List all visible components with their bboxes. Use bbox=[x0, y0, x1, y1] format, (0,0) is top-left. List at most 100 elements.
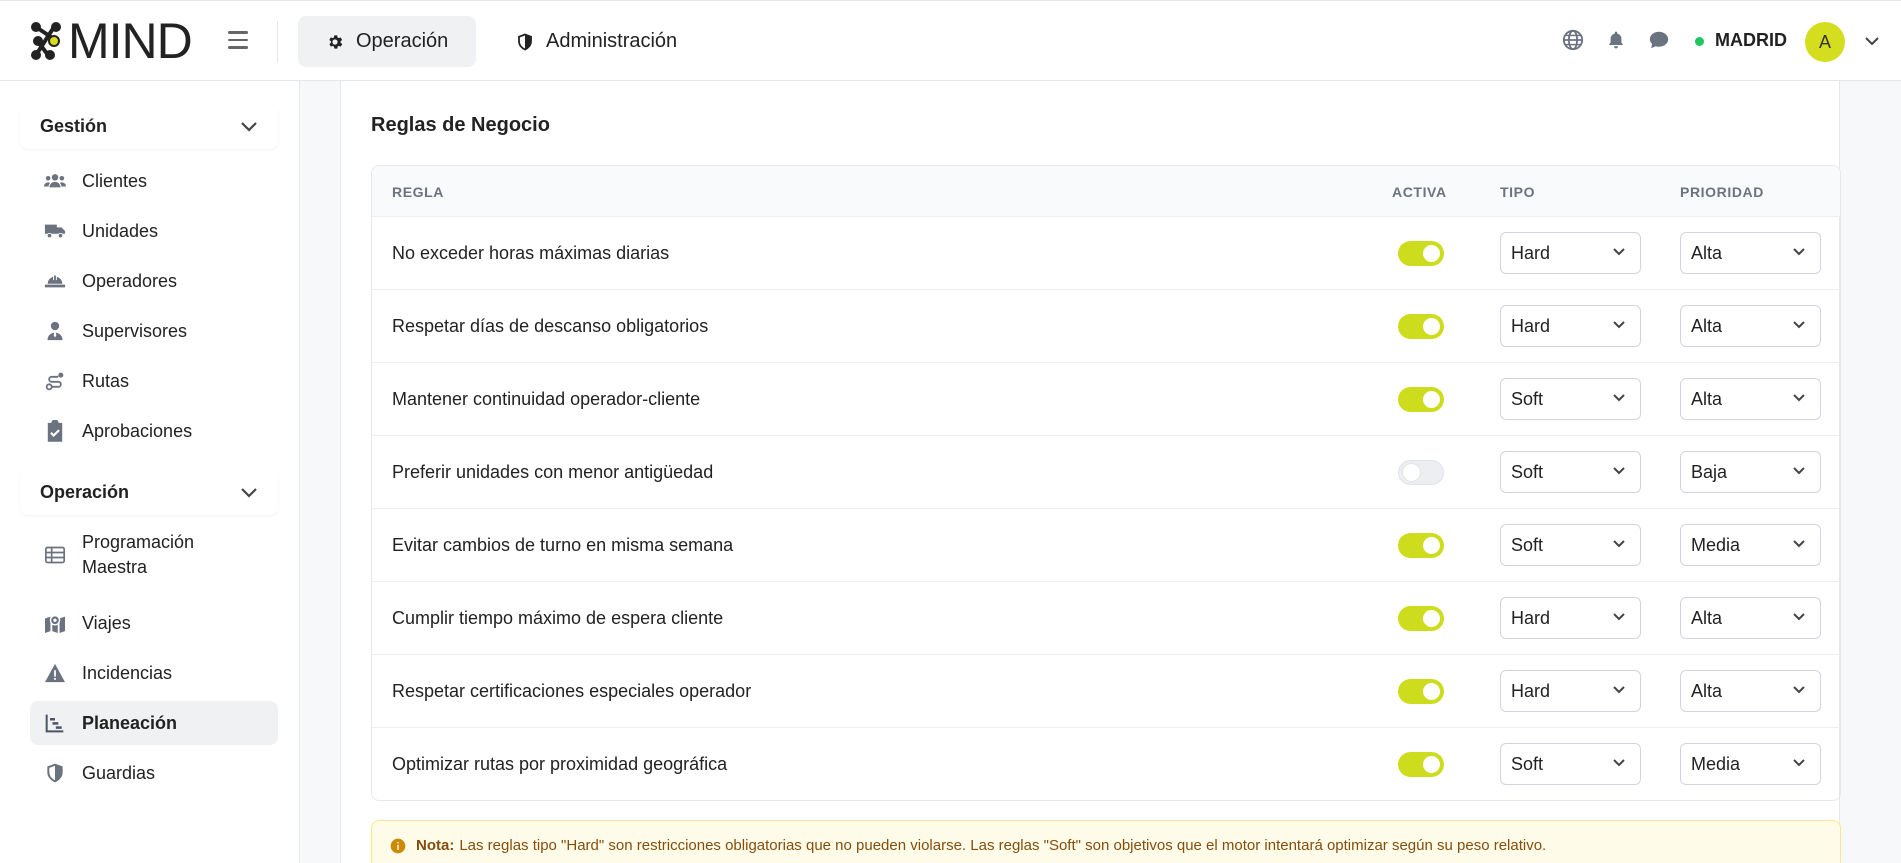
rule-priority-select[interactable]: Alta bbox=[1680, 597, 1821, 639]
rule-priority-value: Media bbox=[1691, 753, 1741, 774]
rule-priority-value: Baja bbox=[1691, 461, 1728, 482]
app-logo[interactable]: MIND bbox=[28, 13, 193, 69]
table-row: Respetar certificaciones especiales oper… bbox=[372, 654, 1840, 727]
chevron-down-icon bbox=[241, 487, 257, 498]
sidebar-item-rutas[interactable]: Rutas bbox=[30, 359, 278, 403]
rule-active-toggle[interactable] bbox=[1398, 241, 1444, 266]
table-row: Optimizar rutas por proximidad geográfic… bbox=[372, 727, 1840, 800]
rule-active-toggle[interactable] bbox=[1398, 533, 1444, 558]
rule-name: Preferir unidades con menor antigüedad bbox=[392, 462, 714, 482]
sidebar-item-label: Planeación bbox=[82, 712, 178, 733]
chevron-down-icon bbox=[1613, 467, 1625, 475]
top-bar: MIND Operación Administración MADRID A bbox=[0, 0, 1901, 81]
rule-priority-select[interactable]: Baja bbox=[1680, 451, 1821, 493]
shield-icon bbox=[518, 33, 532, 50]
rule-priority-select[interactable]: Alta bbox=[1680, 232, 1821, 274]
rule-type-select[interactable]: Hard bbox=[1500, 670, 1641, 712]
sidebar-item-label: Supervisores bbox=[82, 320, 188, 341]
rule-priority-select[interactable]: Media bbox=[1680, 743, 1821, 785]
chevron-down-icon bbox=[1613, 394, 1625, 402]
sidebar-item-guardias[interactable]: Guardias bbox=[30, 751, 278, 795]
sidebar-item-programacion-maestra[interactable]: Programación Maestra bbox=[30, 525, 278, 585]
rule-active-toggle[interactable] bbox=[1398, 387, 1444, 412]
column-header-prioridad: PRIORIDAD bbox=[1680, 184, 1764, 200]
sidebar-item-aprobaciones[interactable]: Aprobaciones bbox=[30, 409, 278, 453]
logo-text: MIND bbox=[68, 13, 193, 69]
note-label: Nota: bbox=[416, 837, 455, 854]
chevron-down-icon bbox=[1613, 613, 1625, 621]
logo-mark-icon bbox=[31, 22, 61, 60]
sidebar-item-unidades[interactable]: Unidades bbox=[30, 209, 278, 253]
sidebar-item-supervisores[interactable]: Supervisores bbox=[30, 309, 278, 353]
rule-active-toggle[interactable] bbox=[1398, 679, 1444, 704]
chat-icon[interactable] bbox=[1648, 29, 1670, 51]
sidebar-item-viajes[interactable]: Viajes bbox=[30, 601, 278, 645]
users-icon bbox=[44, 170, 66, 192]
chevron-down-icon bbox=[1793, 686, 1805, 694]
rule-name: Evitar cambios de turno en misma semana bbox=[392, 535, 734, 555]
avatar[interactable]: A bbox=[1805, 22, 1845, 62]
rule-priority-value: Alta bbox=[1691, 388, 1723, 409]
shield-half-icon bbox=[44, 762, 66, 784]
rule-name: Respetar días de descanso obligatorios bbox=[392, 316, 709, 336]
globe-icon[interactable] bbox=[1562, 29, 1584, 51]
rule-type-select[interactable]: Soft bbox=[1500, 451, 1641, 493]
tab-operacion-label: Operación bbox=[356, 30, 449, 52]
sidebar-item-planeacion[interactable]: Planeación bbox=[30, 701, 278, 745]
rule-active-toggle[interactable] bbox=[1398, 460, 1444, 485]
sidebar-item-incidencias[interactable]: Incidencias bbox=[30, 651, 278, 695]
truck-icon bbox=[44, 220, 66, 242]
rule-active-toggle[interactable] bbox=[1398, 606, 1444, 631]
tab-operacion[interactable]: Operación bbox=[298, 16, 477, 67]
sidebar-section-operacion[interactable]: Operación bbox=[20, 470, 278, 515]
chevron-down-icon bbox=[1793, 759, 1805, 767]
rule-active-toggle[interactable] bbox=[1398, 314, 1444, 339]
rule-priority-value: Media bbox=[1691, 534, 1741, 555]
route-icon bbox=[44, 370, 66, 392]
rule-type-select[interactable]: Hard bbox=[1500, 305, 1641, 347]
sidebar-section-title: Operación bbox=[40, 482, 130, 502]
rule-priority-value: Alta bbox=[1691, 607, 1723, 628]
rule-priority-value: Alta bbox=[1691, 315, 1723, 336]
clipboard-check-icon bbox=[44, 420, 66, 442]
rule-priority-select[interactable]: Alta bbox=[1680, 670, 1821, 712]
rule-name: Cumplir tiempo máximo de espera cliente bbox=[392, 608, 724, 628]
chevron-down-icon bbox=[1793, 394, 1805, 402]
rule-type-select[interactable]: Soft bbox=[1500, 743, 1641, 785]
sidebar-section-gestion[interactable]: Gestión bbox=[20, 104, 278, 149]
bell-icon[interactable] bbox=[1606, 29, 1626, 51]
header-divider bbox=[277, 21, 278, 63]
sidebar-item-label: Rutas bbox=[82, 370, 130, 391]
info-note: Nota: Las reglas tipo "Hard" son restric… bbox=[371, 820, 1841, 863]
tab-administracion[interactable]: Administración bbox=[488, 16, 705, 67]
chevron-down-icon bbox=[1793, 467, 1805, 475]
tab-administracion-label: Administración bbox=[546, 30, 678, 52]
rule-active-toggle[interactable] bbox=[1398, 752, 1444, 777]
rule-type-select[interactable]: Hard bbox=[1500, 232, 1641, 274]
rule-priority-value: Alta bbox=[1691, 680, 1723, 701]
location-label[interactable]: MADRID bbox=[1715, 30, 1787, 51]
rule-priority-select[interactable]: Alta bbox=[1680, 378, 1821, 420]
chevron-down-icon bbox=[1613, 686, 1625, 694]
rule-type-select[interactable]: Soft bbox=[1500, 378, 1641, 420]
gear-icon bbox=[329, 34, 343, 49]
rule-priority-select[interactable]: Media bbox=[1680, 524, 1821, 566]
sidebar-item-operadores[interactable]: Operadores bbox=[30, 259, 278, 303]
chevron-down-icon bbox=[1793, 613, 1805, 621]
chevron-down-icon[interactable] bbox=[1864, 35, 1880, 47]
rule-type-select[interactable]: Soft bbox=[1500, 524, 1641, 566]
hard-hat-icon bbox=[44, 270, 66, 292]
chevron-down-icon bbox=[1793, 540, 1805, 548]
chevron-down-icon bbox=[1613, 248, 1625, 256]
warning-icon bbox=[44, 662, 66, 684]
sidebar: Gestión Clientes Unidades Operadores Sup… bbox=[0, 81, 300, 863]
menu-toggle-icon[interactable] bbox=[228, 31, 248, 49]
rule-type-value: Hard bbox=[1511, 242, 1551, 263]
sidebar-item-clientes[interactable]: Clientes bbox=[30, 159, 278, 203]
rule-type-value: Hard bbox=[1511, 607, 1551, 628]
chevron-down-icon bbox=[1793, 248, 1805, 256]
rule-priority-select[interactable]: Alta bbox=[1680, 305, 1821, 347]
rule-type-select[interactable]: Hard bbox=[1500, 597, 1641, 639]
column-header-tipo: TIPO bbox=[1500, 184, 1536, 200]
sidebar-item-label: Incidencias bbox=[82, 662, 173, 683]
